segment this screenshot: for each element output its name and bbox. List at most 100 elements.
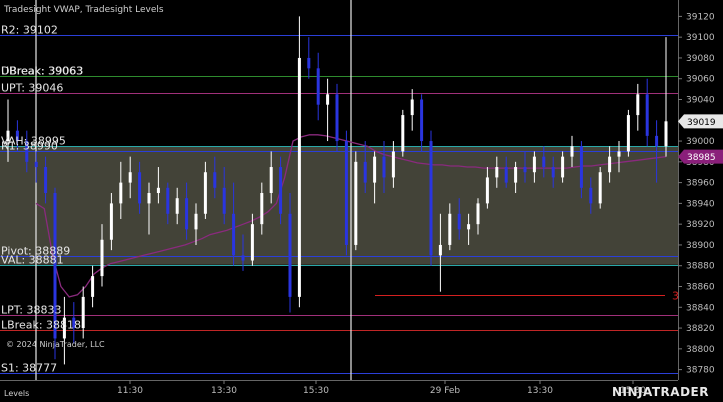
candle-body (401, 115, 405, 152)
y-tick-label: 39060 (686, 75, 715, 85)
candle-body (91, 276, 95, 297)
candle-body (495, 167, 499, 178)
candle-body (344, 141, 348, 245)
level-label: R2: 39102 (1, 24, 58, 37)
level-label: LBreak: 38818 (1, 319, 81, 332)
y-tick-label: 38900 (686, 241, 715, 251)
x-tick-label: 11:30 (117, 386, 143, 396)
candle-body (570, 146, 574, 157)
candle-body (81, 296, 85, 329)
candle-body (109, 203, 113, 240)
candle-body (420, 99, 424, 142)
candle-body (138, 172, 142, 204)
brand-logo: NINJATRADER (612, 385, 709, 399)
candle-body (363, 161, 367, 183)
y-tick-label: 38780 (686, 366, 715, 376)
level-label: UPT: 39046 (1, 82, 63, 95)
candle-body (147, 193, 151, 204)
candle-body (288, 213, 292, 297)
candle-body (382, 156, 386, 178)
candle-body (542, 156, 546, 168)
candle-body (561, 156, 565, 178)
candle-body (373, 156, 377, 183)
candle-body (579, 146, 583, 188)
candle-body (467, 224, 471, 230)
candle-body (222, 187, 226, 214)
copyright-text: © 2024 NinjaTrader, LLC (6, 340, 105, 349)
chart-title: Tradesight VWAP, Tradesight Levels (3, 5, 164, 15)
candle-body (354, 161, 358, 245)
candle-body (617, 151, 621, 157)
candle-body (203, 172, 207, 214)
y-tick-label: 38960 (686, 179, 715, 189)
candle-body (175, 198, 179, 214)
level-label: DBreak: 39063 (1, 65, 83, 78)
candle-body (457, 213, 461, 230)
candle-body (100, 239, 104, 277)
candle-body (410, 99, 414, 116)
price-badge-text: 38985 (687, 153, 716, 163)
y-tick-label: 39100 (686, 33, 715, 43)
candle-body (636, 94, 640, 116)
candle-body (44, 167, 48, 193)
y-tick-label: 39080 (686, 54, 715, 64)
y-tick-label: 38920 (686, 220, 715, 230)
level-label: LPT: 38833 (1, 304, 61, 317)
y-tick-label: 38940 (686, 199, 715, 209)
candle-body (128, 172, 132, 183)
candle-body (504, 167, 508, 183)
candle-body (655, 135, 659, 147)
x-tick-label: 13:30 (211, 386, 237, 396)
y-tick-label: 38820 (686, 324, 715, 334)
candle-body (156, 187, 160, 193)
candle-body (241, 255, 245, 261)
candle-body (232, 213, 236, 256)
candle-body (438, 244, 442, 256)
candle-body (523, 167, 527, 173)
x-tick-label: 29 Feb (430, 386, 461, 396)
candle-body (166, 187, 170, 214)
candle-body (297, 57, 301, 297)
y-tick-label: 39040 (686, 96, 715, 106)
candle-body (645, 94, 649, 136)
y-tick-label: 38800 (686, 345, 715, 355)
candle-body (664, 121, 668, 147)
y-tick-label: 38840 (686, 303, 715, 313)
candle-body (34, 161, 38, 168)
candle-body (279, 167, 283, 214)
candle-body (119, 182, 123, 204)
candle-body (326, 94, 330, 105)
y-tick-label: 39120 (686, 12, 715, 22)
candle-body (448, 213, 452, 245)
candle-body (514, 167, 518, 183)
candle-body (269, 167, 273, 193)
chart-svg: 3 R2: 39102UBreak: 39063DBreak: 39063UPT… (0, 0, 723, 402)
candle-body (250, 224, 254, 261)
candle-body (185, 198, 189, 230)
level-label: R1: 38990 (1, 140, 58, 153)
candle-body (429, 141, 433, 256)
y-tick-label: 39000 (686, 137, 715, 147)
candle-body (213, 172, 217, 188)
candle-body (335, 94, 339, 142)
x-tick-label: 13:30 (527, 386, 553, 396)
candle-body (260, 193, 264, 225)
panel-label: Levels (4, 389, 29, 398)
candle-body (598, 172, 602, 204)
candle-body (485, 177, 489, 204)
candle-body (194, 213, 198, 230)
candle-body (551, 167, 555, 178)
candle-body (626, 115, 630, 152)
y-tick-label: 38880 (686, 262, 715, 272)
chart-root: 3 R2: 39102 UBreak: 39063 DBreak: 39063 UPT… (0, 0, 723, 402)
candle-body (532, 156, 536, 173)
x-tick-label: 15:30 (303, 386, 329, 396)
candle-body (476, 203, 480, 225)
level-label: VAL: 38881 (1, 254, 64, 267)
level-label: S1: 38777 (1, 362, 57, 375)
price-badge-text: 39019 (687, 118, 716, 128)
y-tick-label: 38860 (686, 283, 715, 293)
candle-body (307, 57, 311, 69)
candle-body (608, 156, 612, 173)
candle-body (316, 68, 320, 105)
